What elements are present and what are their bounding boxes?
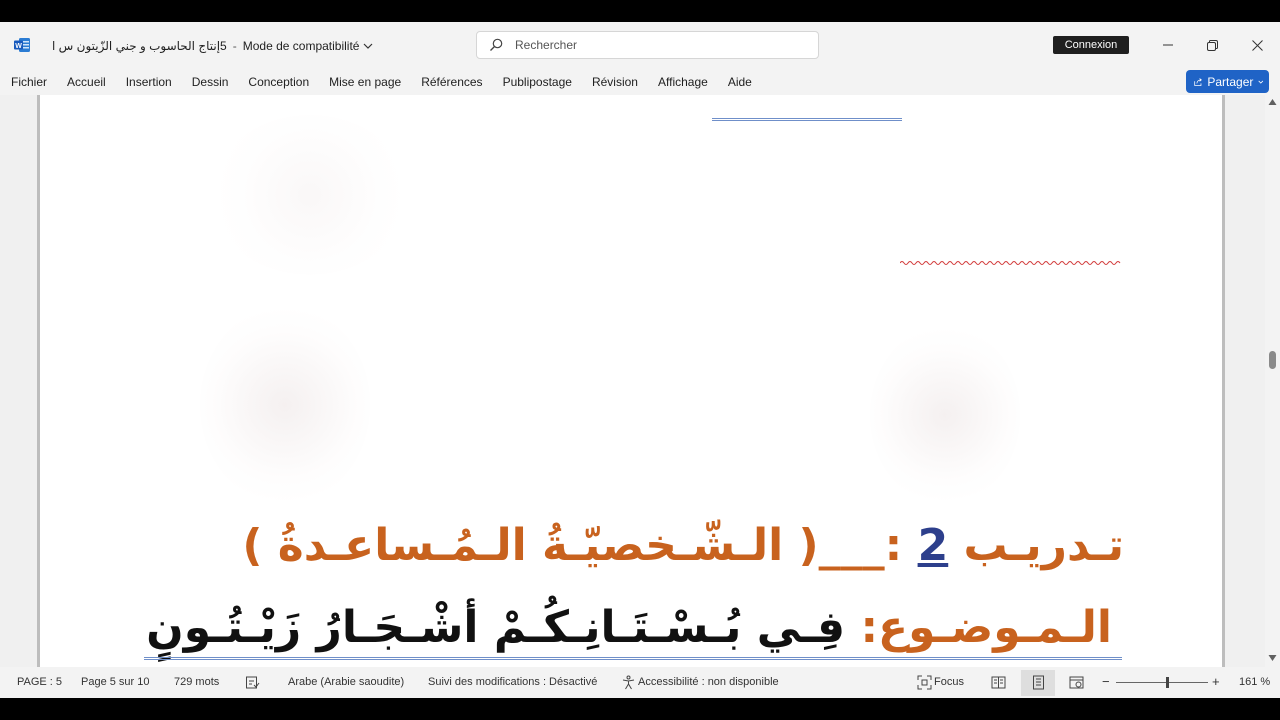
exercise-prefix: تـدريـب [963,520,1124,571]
tab-dessin[interactable]: Dessin [182,75,239,89]
word-window: W 5إنتاج الحاسوب و جني الزّيتون س ا - Mo… [0,22,1280,698]
restore-icon [1206,39,1218,51]
faded-image [200,305,370,505]
word-app-icon: W [14,38,30,52]
minimize-button[interactable] [1157,34,1179,56]
search-input[interactable] [515,38,795,52]
tab-accueil[interactable]: Accueil [57,75,116,89]
tab-publipostage[interactable]: Publipostage [493,75,582,89]
topic-line: الـمـوضـوع: فِـي بُـسْـتَـانِـكُـمْ أشْـ… [146,602,1112,653]
restore-button[interactable] [1201,34,1223,56]
minimize-icon [1163,44,1173,46]
status-bar: PAGE : 5 Page 5 sur 10 729 mots Arabe (A… [0,670,1280,696]
page-section[interactable]: PAGE : 5 [17,676,62,688]
scroll-up-icon[interactable] [1268,98,1277,106]
faded-image [210,115,410,275]
word-count[interactable]: 729 mots [174,676,219,688]
document-canvas[interactable]: تـدريـب 2 :___( الـشّـخصيّـةُ الـمُـساعـ… [0,95,1265,667]
chevron-down-icon [364,43,373,49]
ribbon-tabs: Fichier Accueil Insertion Dessin Concept… [0,70,1280,94]
track-changes-status[interactable]: Suivi des modifications : Désactivé [428,676,597,688]
close-button[interactable] [1246,34,1268,56]
exercise-number: 2 [917,520,949,571]
title-bar: W 5إنتاج الحاسوب و جني الزّيتون س ا - Mo… [0,22,1280,68]
spelling-underline [900,261,1121,265]
tab-references[interactable]: Références [411,75,492,89]
share-label: Partager [1207,74,1254,89]
accessibility-status[interactable]: Accessibilité : non disponible [638,676,779,688]
zoom-slider-thumb[interactable] [1166,677,1169,688]
topic-text: فِـي بُـسْـتَـانِـكُـمْ أشْـجَـارُ زَيْـ… [146,602,846,653]
document-name: 5إنتاج الحاسوب و جني الزّيتون س ا [52,39,227,53]
zoom-level[interactable]: 161 % [1239,676,1270,688]
search-box[interactable] [476,31,819,59]
web-layout-icon[interactable] [1069,675,1084,690]
search-icon [490,38,503,51]
zoom-slider[interactable] [1116,682,1208,683]
tab-revision[interactable]: Révision [582,75,648,89]
tab-aide[interactable]: Aide [718,75,762,89]
tab-affichage[interactable]: Affichage [648,75,718,89]
grammar-underline [712,118,902,121]
compatibility-mode-label: Mode de compatibilité [242,39,360,53]
print-layout-icon [1033,675,1044,690]
topic-label: الـمـوضـوع: [860,602,1112,653]
focus-label[interactable]: Focus [934,676,964,688]
tab-fichier[interactable]: Fichier [0,75,57,89]
chevron-down-icon [1258,80,1264,84]
focus-icon[interactable] [917,675,932,690]
proofing-icon[interactable] [245,675,260,690]
zoom-out-button[interactable]: − [1102,674,1110,689]
svg-text:W: W [15,43,22,50]
tab-insertion[interactable]: Insertion [116,75,182,89]
language-status[interactable]: Arabe (Arabie saoudite) [288,676,404,688]
tab-mise-en-page[interactable]: Mise en page [319,75,411,89]
exercise-suffix: :___( الـشّـخصيّـةُ الـمُـساعـدةُ ) [242,520,903,571]
document-title[interactable]: 5إنتاج الحاسوب و جني الزّيتون س ا - Mode… [52,36,373,56]
zoom-in-button[interactable]: + [1212,674,1220,689]
exercise-heading: تـدريـب 2 :___( الـشّـخصيّـةُ الـمُـساعـ… [242,520,1124,571]
grammar-underline [144,657,1122,660]
page-count[interactable]: Page 5 sur 10 [81,676,150,688]
document-page[interactable]: تـدريـب 2 :___( الـشّـخصيّـةُ الـمُـساعـ… [37,95,1225,667]
share-button[interactable]: Partager [1186,70,1269,93]
share-icon [1194,77,1202,86]
sign-in-button[interactable]: Connexion [1053,36,1129,54]
scroll-down-icon[interactable] [1268,654,1277,662]
read-mode-icon[interactable] [991,675,1006,690]
accessibility-icon[interactable] [621,675,636,690]
faded-image [870,325,1020,505]
vertical-scrollbar[interactable] [1265,95,1280,667]
close-icon [1251,39,1263,51]
tab-conception[interactable]: Conception [238,75,319,89]
title-separator: - [232,39,237,53]
scroll-thumb[interactable] [1269,351,1276,369]
print-layout-view[interactable] [1021,670,1055,696]
